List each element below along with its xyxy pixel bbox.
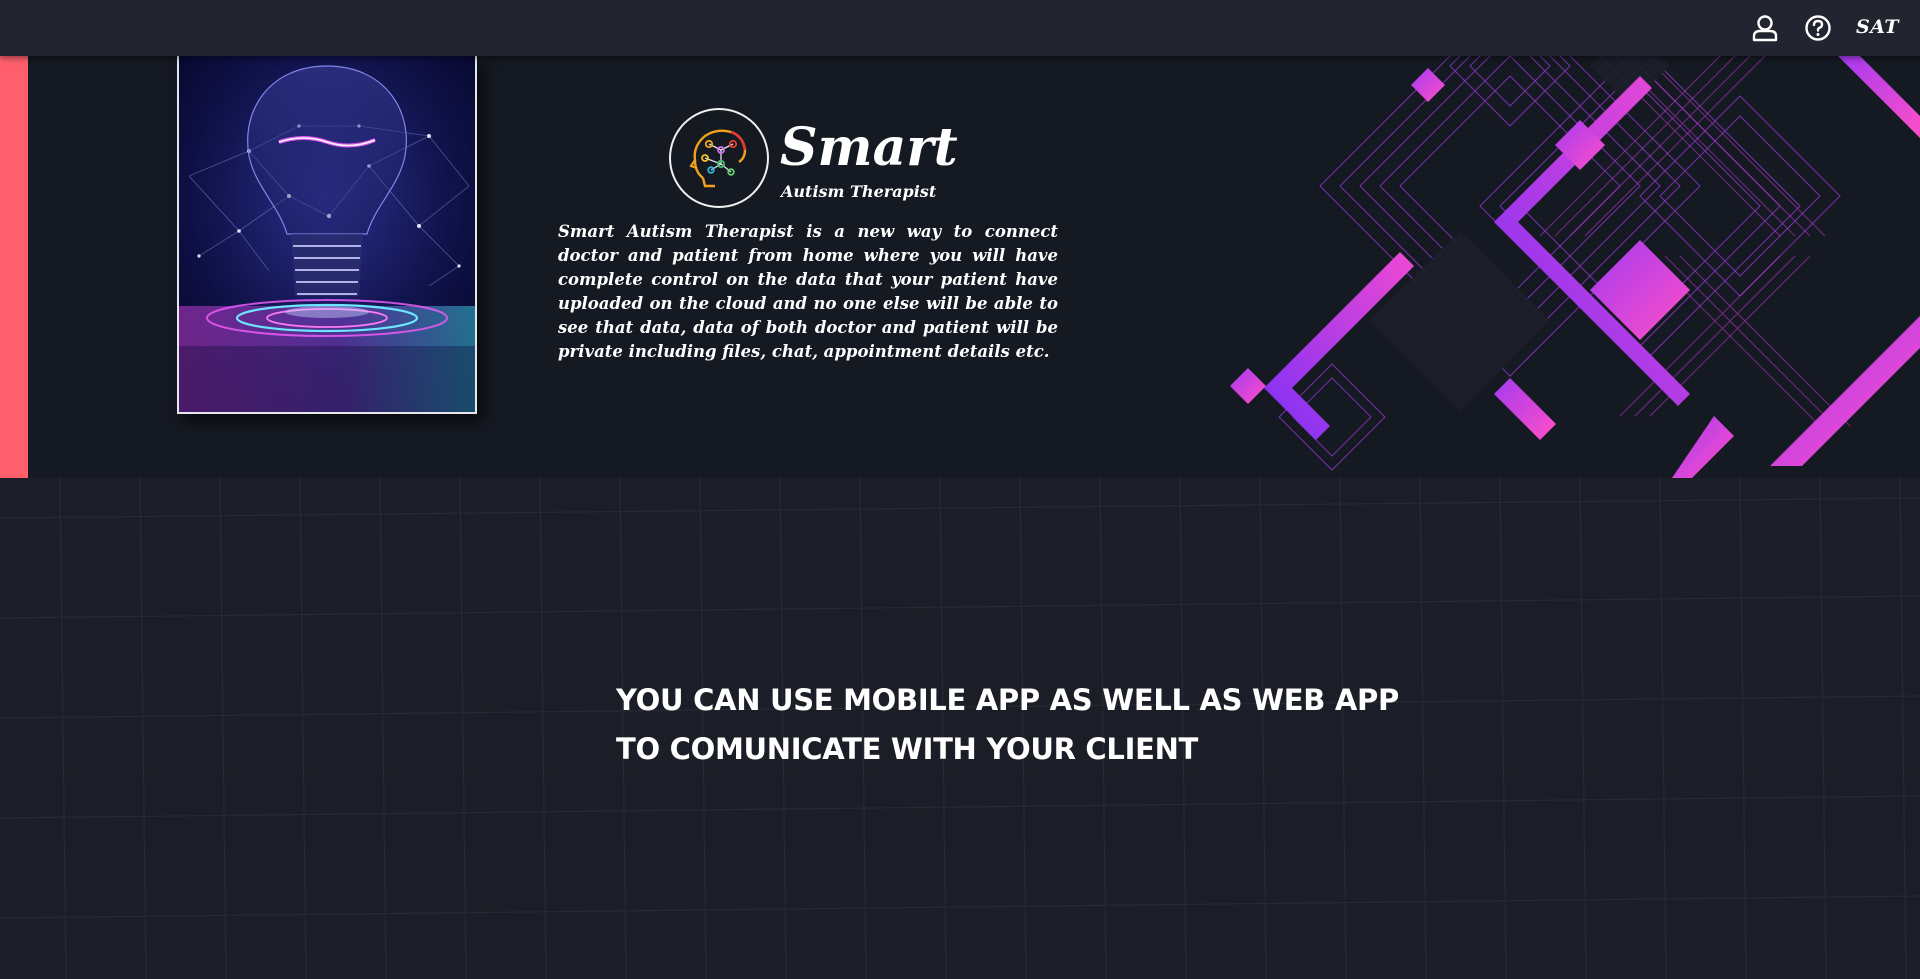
brain-circuit-icon bbox=[689, 129, 747, 188]
lightbulb-image bbox=[177, 56, 477, 414]
top-navigation-bar: SAT bbox=[0, 0, 1920, 56]
help-circle-icon bbox=[1805, 15, 1831, 41]
user-icon bbox=[1752, 15, 1778, 42]
feature-tagline: YOU CAN USE MOBILE APP AS WELL AS WEB AP… bbox=[616, 676, 1399, 774]
tagline-line-1: YOU CAN USE MOBILE APP AS WELL AS WEB AP… bbox=[616, 683, 1399, 717]
feature-section: YOU CAN USE MOBILE APP AS WELL AS WEB AP… bbox=[0, 478, 1920, 979]
accent-strip bbox=[0, 56, 28, 478]
brand-subtitle: Autism Therapist bbox=[781, 182, 937, 201]
product-description: Smart Autism Therapist is a new way to c… bbox=[558, 222, 1058, 361]
user-account-button[interactable] bbox=[1749, 12, 1781, 44]
brain-logo bbox=[669, 108, 769, 208]
brand-abbreviation-link[interactable]: SAT bbox=[1856, 16, 1899, 38]
tagline-line-2: TO COMUNICATE WITH YOUR CLIENT bbox=[616, 732, 1199, 766]
decorative-geometric-pattern bbox=[1230, 56, 1920, 478]
hero-section: Smart Autism Therapist Smart Autism Ther… bbox=[0, 56, 1920, 478]
brand-title: Smart bbox=[780, 117, 958, 178]
help-button[interactable] bbox=[1802, 12, 1834, 44]
